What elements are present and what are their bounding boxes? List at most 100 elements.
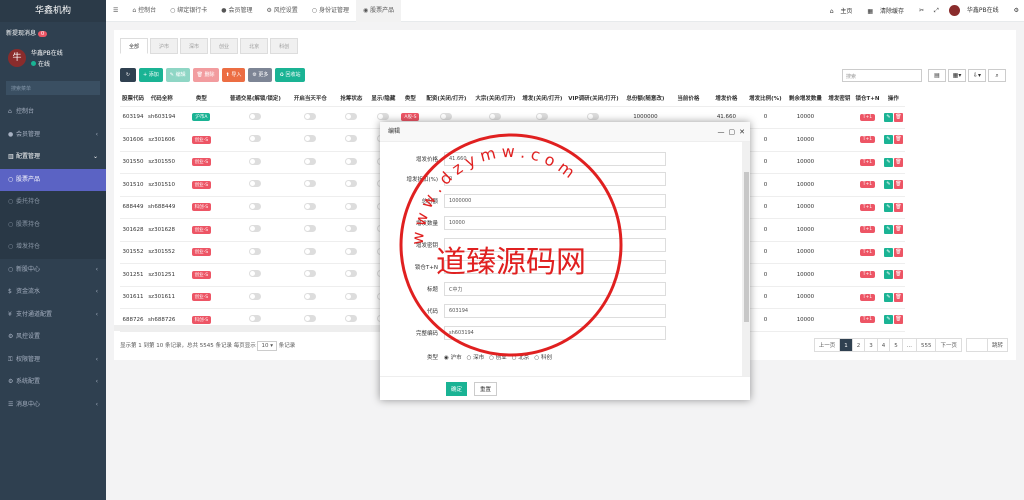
prev-page[interactable]: 上一页	[813, 338, 841, 352]
column-header[interactable]: 股票代码	[120, 90, 147, 107]
tab-members[interactable]: ● 会员管理	[214, 0, 259, 22]
close-toggle[interactable]	[304, 292, 317, 300]
row-edit-button[interactable]: ✎	[883, 157, 893, 167]
row-delete-button[interactable]: 🗑	[893, 315, 903, 325]
row-edit-button[interactable]: ✎	[883, 112, 893, 122]
grab-toggle[interactable]	[345, 270, 358, 278]
sidebar-item-risk[interactable]: ⚙ 风控设置	[0, 326, 106, 349]
row-delete-button[interactable]: 🗑	[893, 135, 903, 145]
edit-button[interactable]: ✎ 编辑	[165, 68, 190, 82]
close-toggle[interactable]	[304, 157, 317, 165]
subtab-star[interactable]: 科创	[270, 38, 299, 54]
column-header[interactable]: 增发比例(%)	[745, 90, 786, 107]
close-toggle[interactable]	[304, 270, 317, 278]
field-input[interactable]: 0	[444, 172, 666, 186]
subtab-all[interactable]: 全部	[120, 38, 149, 54]
issue-toggle[interactable]	[536, 112, 549, 120]
field-input[interactable]: 10000	[444, 216, 666, 230]
column-header[interactable]: 操作	[881, 90, 906, 107]
trade-toggle[interactable]	[249, 270, 262, 278]
column-header[interactable]: 普通交易(解锁/锁定)	[225, 90, 286, 107]
tab-dashboard[interactable]: ⌂ 控制台	[125, 0, 163, 22]
close-toggle[interactable]	[304, 315, 317, 323]
next-page[interactable]: 下一页	[935, 338, 962, 352]
menu-toggle-icon[interactable]: ☰	[106, 0, 125, 22]
add-button[interactable]: + 添加	[139, 68, 163, 82]
subtab-sz[interactable]: 深市	[180, 38, 209, 54]
column-header[interactable]: 当前价格	[669, 90, 708, 107]
menu-search-input[interactable]: 搜索菜单	[6, 81, 100, 95]
sidebar-item-payment[interactable]: ¥ 支付通道配置 ‹	[0, 304, 106, 327]
column-header[interactable]: 配资(关闭/打开)	[421, 90, 472, 107]
row-delete-button[interactable]: 🗑	[893, 247, 903, 257]
sidebar-item-messages[interactable]: ☰ 消息中心 ‹	[0, 394, 106, 417]
grab-toggle[interactable]	[345, 202, 358, 210]
row-edit-button[interactable]: ✎	[883, 135, 893, 145]
column-header[interactable]: 类型	[399, 90, 422, 107]
grab-toggle[interactable]	[345, 180, 358, 188]
type-radio[interactable]: ○ 创业	[489, 355, 507, 361]
margin-toggle[interactable]	[440, 112, 453, 120]
row-edit-button[interactable]: ✎	[883, 270, 893, 280]
columns-icon[interactable]: ▦▾	[948, 69, 966, 82]
vip-toggle[interactable]	[587, 112, 600, 120]
import-button[interactable]: ⬆ 导入	[221, 68, 246, 82]
jump-page-input[interactable]	[965, 338, 988, 352]
user-profile[interactable]: 牛 华鑫PB在线 在线	[0, 43, 106, 73]
type-radio[interactable]: ○ 北京	[512, 355, 530, 361]
minimize-icon[interactable]: —	[718, 128, 725, 136]
sidebar-item-fund-flow[interactable]: $ 资金流水 ‹	[0, 281, 106, 304]
column-header[interactable]: 类型	[177, 90, 226, 107]
type-radio[interactable]: ○ 科创	[534, 355, 552, 361]
home-link[interactable]: ⌂ 主页	[825, 6, 863, 15]
row-edit-button[interactable]: ✎	[883, 247, 893, 257]
trade-toggle[interactable]	[249, 180, 262, 188]
sidebar-item-dashboard[interactable]: ⌂ 控制台	[0, 101, 106, 124]
column-header[interactable]: 抢筹状态	[335, 90, 368, 107]
row-edit-button[interactable]: ✎	[883, 225, 893, 235]
row-edit-button[interactable]: ✎	[883, 180, 893, 190]
grab-toggle[interactable]	[345, 157, 358, 165]
row-delete-button[interactable]: 🗑	[893, 225, 903, 235]
search-icon[interactable]: ⌕	[988, 69, 1006, 82]
page-2[interactable]: 2	[851, 338, 866, 352]
reset-button[interactable]: 重置	[474, 382, 498, 396]
close-icon[interactable]: ✕	[739, 128, 745, 136]
column-header[interactable]: 剩余增发数量	[785, 90, 826, 107]
type-radio[interactable]: ◉ 沪市	[444, 355, 462, 361]
table-search-input[interactable]: 搜索	[842, 69, 922, 82]
sidebar-item-members[interactable]: ● 会员管理 ‹	[0, 124, 106, 147]
maximize-icon[interactable]: ▢	[729, 128, 736, 136]
sidebar-item-config[interactable]: ▥ 配置管理 ⌄	[0, 146, 106, 169]
top-user[interactable]: 华鑫PB在线	[944, 5, 1009, 16]
row-edit-button[interactable]: ✎	[883, 202, 893, 212]
page-4[interactable]: 4	[876, 338, 891, 352]
tab-stock-products[interactable]: ◉ 股票产品	[355, 0, 402, 22]
page-3[interactable]: 3	[864, 338, 878, 352]
new-message-notice[interactable]: 新提现消息 0	[0, 22, 106, 43]
card-view-icon[interactable]: ▤	[928, 69, 946, 82]
close-toggle[interactable]	[304, 225, 317, 233]
subtab-bj[interactable]: 北京	[240, 38, 269, 54]
confirm-button[interactable]: 确定	[446, 382, 468, 396]
close-toggle[interactable]	[304, 180, 317, 188]
grab-toggle[interactable]	[345, 135, 358, 143]
grab-toggle[interactable]	[345, 112, 358, 120]
field-input[interactable]: sh603194	[444, 326, 666, 340]
sidebar-item-ipo-center[interactable]: ○ 新股中心 ‹	[0, 259, 106, 282]
sidebar-item-permissions[interactable]: ⚿ 权限管理 ‹	[0, 349, 106, 372]
export-icon[interactable]: ⇩▾	[968, 69, 986, 82]
tab-bank-card[interactable]: ○ 绑定银行卡	[163, 0, 214, 22]
page-1[interactable]: 1	[839, 338, 853, 352]
trade-toggle[interactable]	[249, 135, 262, 143]
field-input[interactable]	[444, 260, 666, 274]
fullscreen-icon[interactable]: ⤢	[929, 7, 944, 15]
field-input[interactable]: 1000000	[444, 194, 666, 208]
subtab-sh[interactable]: 沪市	[150, 38, 179, 54]
settings-icon[interactable]: ⚙	[1009, 7, 1024, 14]
clear-cache-link[interactable]: ▦ 清除缓存	[862, 6, 914, 15]
trade-toggle[interactable]	[249, 292, 262, 300]
type-radio[interactable]: ○ 深市	[467, 355, 485, 361]
row-edit-button[interactable]: ✎	[883, 315, 893, 325]
column-header[interactable]: 代码全称	[146, 90, 178, 107]
